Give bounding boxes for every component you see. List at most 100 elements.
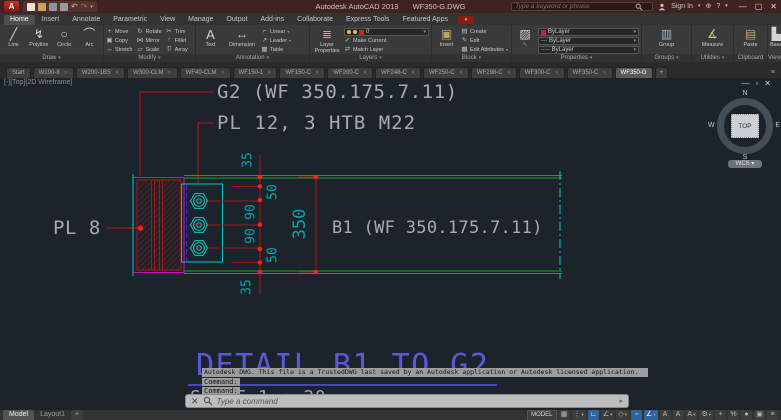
panel-modify-footer[interactable]: Modify ▾: [104, 54, 195, 62]
close-tab-icon[interactable]: ✕: [267, 70, 271, 76]
tab-addins[interactable]: Add-ins: [254, 15, 290, 25]
tab-featured-apps[interactable]: Featured Apps: [396, 15, 454, 25]
block-create-tool[interactable]: ▤ Create: [461, 28, 508, 36]
insert-tool[interactable]: ▣ Insert: [434, 27, 459, 48]
edit-attributes-tool[interactable]: ▩ Edit Attributes ▾: [461, 46, 508, 54]
drawing-canvas[interactable]: 35 50 90 90 50 35 350 G2 (WF 350.175.7.1…: [0, 78, 781, 410]
panel-groups-footer[interactable]: Groups ▾: [642, 54, 691, 62]
array-tool[interactable]: ⠿ Array: [166, 46, 188, 54]
help-dropdown-icon[interactable]: ▾: [725, 2, 728, 11]
close-tab-icon[interactable]: ✕: [411, 70, 415, 76]
layer-properties-tool[interactable]: ≣ Layer Properties: [312, 27, 342, 54]
circle-tool[interactable]: ○ Circle: [53, 27, 76, 48]
close-tab-icon[interactable]: ✕: [507, 70, 511, 76]
quickprops-icon[interactable]: %: [728, 410, 739, 420]
wcs-dropdown[interactable]: WCS ▾: [728, 160, 762, 168]
trim-tool[interactable]: ✂ Trim: [166, 28, 188, 36]
command-customize-icon[interactable]: [203, 396, 213, 406]
tab-annotate[interactable]: Annotate: [66, 15, 106, 25]
tab-express-tools[interactable]: Express Tools: [340, 15, 395, 25]
panel-draw-footer[interactable]: Draw ▾: [0, 54, 103, 62]
otrack-icon[interactable]: ∠ ▾: [643, 410, 658, 420]
scale-tool[interactable]: ▱ Scale: [136, 46, 161, 54]
cleanscreen-icon[interactable]: ▣: [754, 410, 765, 420]
tab-parametric[interactable]: Parametric: [107, 15, 153, 25]
linetype-select[interactable]: –·– ByLayer ▾: [538, 46, 639, 54]
file-tab[interactable]: W200-1BS ✕: [75, 67, 126, 78]
file-tab[interactable]: WF150-C ✕: [279, 67, 326, 78]
tab-insert[interactable]: Insert: [36, 15, 66, 25]
text-tool[interactable]: A Text: [198, 27, 223, 48]
panel-utilities-footer[interactable]: Utilities ▾: [692, 54, 733, 62]
graphics-perf-icon[interactable]: ●: [741, 410, 752, 420]
paste-tool[interactable]: ▤ Paste: [738, 27, 763, 48]
panel-block-footer[interactable]: Block ▾: [432, 54, 511, 62]
match-layer-tool[interactable]: ⇄ Match Layer: [344, 46, 429, 54]
plot-icon[interactable]: [60, 2, 68, 11]
polar-icon[interactable]: ∠ ▾: [600, 410, 615, 420]
tab-view[interactable]: View: [154, 15, 181, 25]
workspace-gear-icon[interactable]: ⚙ ▾: [699, 410, 713, 420]
viewcube-north[interactable]: N: [714, 90, 776, 97]
rotate-tool[interactable]: ↻ Rotate: [136, 28, 161, 36]
new-drawing-tab-button[interactable]: +: [654, 67, 669, 78]
make-current-tool[interactable]: ✔ Make Current: [344, 37, 429, 45]
autocad-logo-icon[interactable]: A: [4, 1, 19, 12]
new-file-icon[interactable]: [27, 2, 35, 11]
leader-tool[interactable]: ↗ Leader ▾: [261, 37, 291, 45]
vp-close-button[interactable]: ✕: [764, 79, 777, 88]
copy-tool[interactable]: ▣ Copy: [106, 37, 132, 45]
tab-output[interactable]: Output: [220, 15, 253, 25]
undo-icon[interactable]: ↶: [71, 2, 78, 11]
match-properties-tool[interactable]: ▨ ✎: [514, 27, 536, 48]
viewcube-top-face[interactable]: TOP: [731, 114, 759, 138]
model-tab[interactable]: Model: [3, 410, 35, 420]
block-edit-tool[interactable]: ✎ Edit: [461, 37, 508, 45]
table-tool[interactable]: ▦ Table: [261, 46, 291, 54]
command-input-bar[interactable]: ✕ Type a command ▸: [185, 394, 629, 408]
mirror-tool[interactable]: ⋈ Mirror: [136, 37, 161, 45]
arc-tool[interactable]: ⌒ Arc: [78, 27, 101, 48]
viewcube-west[interactable]: W: [708, 122, 715, 129]
viewport-corner-label[interactable]: [-][Top][2D Wireframe]: [4, 79, 72, 86]
new-layout-button[interactable]: +: [71, 410, 84, 420]
restore-button[interactable]: ▢: [755, 2, 763, 11]
group-tool[interactable]: ▥ Group: [654, 27, 679, 48]
lineweight-select[interactable]: — ByLayer ▾: [538, 37, 639, 45]
snap-icon[interactable]: ⋮ ▾: [571, 410, 586, 420]
panel-clipboard-footer[interactable]: Clipboard: [734, 54, 767, 62]
file-tab[interactable]: W190-8 ✕: [32, 67, 74, 78]
close-tab-icon[interactable]: ✕: [220, 70, 224, 76]
vp-restore-button[interactable]: ▫: [755, 79, 764, 88]
close-tab-icon[interactable]: ✕: [167, 70, 171, 76]
file-tab[interactable]: WF300-C ✕: [518, 67, 565, 78]
tab-manage[interactable]: Manage: [182, 15, 219, 25]
grid-icon[interactable]: ▦: [558, 410, 570, 420]
layer-select[interactable]: 0 ▾: [344, 28, 429, 36]
sign-in-dropdown-icon[interactable]: ▾: [698, 2, 701, 11]
statusbar-move-icon[interactable]: +: [715, 410, 726, 420]
fillet-tool[interactable]: ◜ Fillet: [166, 37, 188, 45]
annotate-scale-icon[interactable]: A ▾: [685, 410, 698, 420]
close-tab-icon[interactable]: ✕: [602, 70, 606, 76]
command-recent-icon[interactable]: ▸: [619, 397, 623, 405]
panel-annotation-footer[interactable]: Annotation ▾: [196, 54, 309, 62]
save-icon[interactable]: [49, 2, 57, 11]
file-tab[interactable]: WF250-C ✕: [423, 67, 469, 78]
vp-minimize-button[interactable]: —: [741, 79, 755, 88]
ortho-icon[interactable]: ∟: [587, 410, 599, 420]
file-tab-active[interactable]: WF350-G: [614, 67, 653, 78]
model-space-button[interactable]: MODEL: [527, 409, 557, 420]
close-tab-icon[interactable]: ✕: [554, 70, 558, 76]
search-binoculars-icon[interactable]: [635, 3, 643, 11]
move-tool[interactable]: + Move: [106, 28, 132, 36]
tab-overflow-icon[interactable]: ≡: [765, 69, 781, 78]
redo-icon[interactable]: ↷: [81, 2, 88, 11]
viewcube[interactable]: N W E S TOP WCS ▾: [708, 90, 780, 168]
base-view-tool[interactable]: ▙ Base: [770, 27, 781, 48]
file-tab[interactable]: WF248-C ✕: [375, 67, 422, 78]
file-tab[interactable]: WF40-CLM ✕: [179, 67, 231, 78]
line-tool[interactable]: ╱ Line: [2, 27, 25, 48]
command-close-icon[interactable]: ✕: [191, 395, 199, 407]
tab-collaborate[interactable]: Collaborate: [291, 15, 339, 25]
